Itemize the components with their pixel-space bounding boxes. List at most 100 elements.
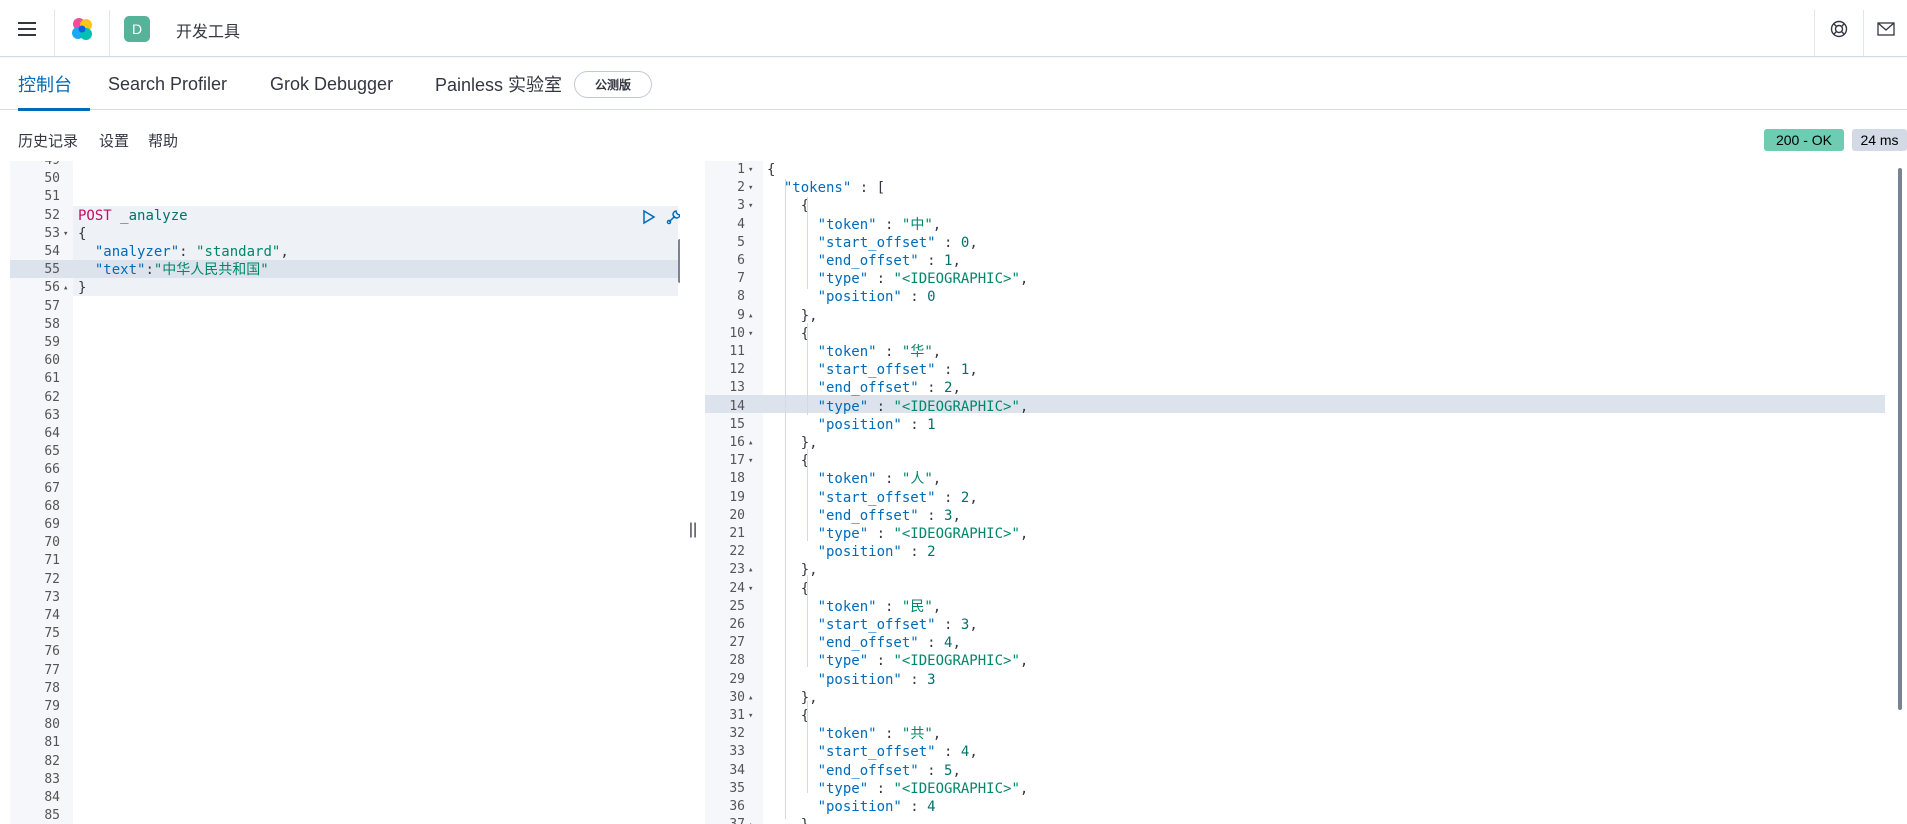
response-scrollbar[interactable] xyxy=(1898,168,1902,710)
line-number: 31 xyxy=(729,708,745,723)
tab-label: Painless 实验室 xyxy=(435,75,563,95)
code-line: 8 "position" : 0 xyxy=(705,288,1907,306)
line-number: 1 xyxy=(737,162,745,177)
line-number: 50 xyxy=(44,171,60,187)
line-number: 51 xyxy=(44,189,60,205)
code-line: 50 xyxy=(10,170,680,188)
code-line: 16 ▴ }, xyxy=(705,434,1907,452)
code-text: { xyxy=(767,325,810,342)
fold-close-icon[interactable]: ▴ xyxy=(63,279,68,297)
newsfeed-button[interactable] xyxy=(1864,0,1907,57)
tab-painless-lab[interactable]: Painless 实验室 xyxy=(435,58,562,110)
fold-close-icon[interactable]: ▴ xyxy=(748,307,753,325)
code-line: 5 "start_offset" : 0, xyxy=(705,234,1907,252)
code-line: 85 xyxy=(10,807,680,824)
line-number: 68 xyxy=(44,498,60,514)
help-link[interactable]: 帮助 xyxy=(148,130,178,151)
fold-close-icon[interactable]: ▴ xyxy=(748,816,753,824)
request-editor[interactable]: 4950 51 52 POST _analyze 53▾ {54 "analyzer": … xyxy=(10,161,680,824)
tab-grok-debugger[interactable]: Grok Debugger xyxy=(270,58,393,110)
line-number: 6 xyxy=(737,253,745,268)
code-line: 6 "end_offset" : 1, xyxy=(705,252,1907,270)
code-text: { xyxy=(767,162,776,178)
line-number: 80 xyxy=(44,717,60,733)
fold-open-icon[interactable]: ▾ xyxy=(748,197,753,215)
line-number: 85 xyxy=(44,808,60,824)
line-number: 59 xyxy=(44,335,60,350)
code-line: 60 xyxy=(10,352,680,370)
code-line: 7 "type" : "<IDEOGRAPHIC>", xyxy=(705,270,1907,288)
fold-open-icon[interactable]: ▾ xyxy=(748,161,753,179)
line-number: 52 xyxy=(44,207,60,223)
code-text: "position" : 4 xyxy=(817,799,936,815)
line-number: 79 xyxy=(44,699,60,714)
fold-open-icon[interactable]: ▾ xyxy=(748,580,753,598)
indent-guide xyxy=(807,323,808,415)
panel-resizer[interactable]: || xyxy=(686,510,700,550)
code-text: "position" : 1 xyxy=(817,416,936,433)
code-line: 54 "analyzer": "standard", xyxy=(10,243,680,261)
code-line: 69 xyxy=(10,516,680,534)
code-line: 35 "type" : "<IDEOGRAPHIC>", xyxy=(705,780,1907,798)
history-link[interactable]: 历史记录 xyxy=(18,130,78,151)
code-text: }, xyxy=(767,307,818,324)
code-line: 13 "end_offset" : 2, xyxy=(705,379,1907,397)
code-line: 72 xyxy=(10,571,680,589)
wrench-icon[interactable] xyxy=(666,209,680,225)
code-line: 19 "start_offset" : 2, xyxy=(705,489,1907,507)
fold-open-icon[interactable]: ▾ xyxy=(748,325,753,343)
code-text: "start_offset" : 0, xyxy=(817,234,978,251)
line-number: 27 xyxy=(729,635,745,651)
code-text: }, xyxy=(767,435,818,451)
fold-open-icon[interactable]: ▾ xyxy=(63,225,68,243)
code-line: 79 xyxy=(10,698,680,716)
line-number: 37 xyxy=(705,816,745,824)
code-text: }, xyxy=(767,689,818,706)
kibana-logo[interactable] xyxy=(55,0,109,57)
line-number: 81 xyxy=(44,735,60,751)
code-line: 68 xyxy=(10,498,680,516)
code-line: 71 xyxy=(10,552,680,570)
line-number: 20 xyxy=(729,507,745,523)
code-text: { xyxy=(767,708,810,724)
line-number: 26 xyxy=(729,617,745,632)
code-line: 49 xyxy=(10,161,680,170)
fold-close-icon[interactable]: ▴ xyxy=(748,434,753,452)
code-text: "start_offset" : 2, xyxy=(817,489,978,506)
tab-search-profiler[interactable]: Search Profiler xyxy=(108,58,227,110)
fold-open-icon[interactable]: ▾ xyxy=(748,707,753,725)
request-editor-scrollbar[interactable] xyxy=(678,239,680,283)
code-text: "end_offset" : 4, xyxy=(817,635,961,652)
code-text: }, xyxy=(767,816,818,824)
code-line: 83 xyxy=(10,771,680,789)
settings-link[interactable]: 设置 xyxy=(99,130,129,151)
code-text: "start_offset" : 4, xyxy=(817,744,978,761)
line-number: 30 xyxy=(729,689,745,705)
code-line: 65 xyxy=(10,443,680,461)
space-selector-button[interactable]: D xyxy=(110,0,164,57)
fold-open-icon[interactable]: ▾ xyxy=(748,452,753,470)
code-line: 26 "start_offset" : 3, xyxy=(705,616,1907,634)
code-text: "start_offset" : 3, xyxy=(817,617,978,633)
response-viewer[interactable]: 1 ▾{2 ▾ "tokens" : [3 ▾ {4 "token" : "中", 5 … xyxy=(705,161,1907,824)
top-header: D 开发工具 xyxy=(0,0,1907,57)
line-number: 3 xyxy=(737,198,745,214)
code-line: 33 "start_offset" : 4, xyxy=(705,743,1907,761)
line-number: 69 xyxy=(44,517,60,532)
tab-console[interactable]: 控制台 xyxy=(18,58,90,111)
code-line: 28 "type" : "<IDEOGRAPHIC>", xyxy=(705,652,1907,670)
line-number: 61 xyxy=(44,371,60,387)
code-text: "end_offset" : 5, xyxy=(817,762,961,779)
fold-open-icon[interactable]: ▾ xyxy=(748,179,753,197)
menu-button[interactable] xyxy=(0,0,54,57)
fold-close-icon[interactable]: ▴ xyxy=(748,689,753,707)
code-line: 37▴ }, xyxy=(705,816,1907,824)
fold-close-icon[interactable]: ▴ xyxy=(748,561,753,579)
help-button[interactable] xyxy=(1815,0,1863,57)
line-number: 7 xyxy=(737,271,745,287)
code-line: 9 ▴ }, xyxy=(705,307,1907,325)
line-number: 84 xyxy=(44,790,60,805)
send-request-icon[interactable] xyxy=(642,209,656,225)
line-number: 53 xyxy=(44,225,60,241)
code-text: "text":"中华人民共和国" xyxy=(94,262,269,279)
